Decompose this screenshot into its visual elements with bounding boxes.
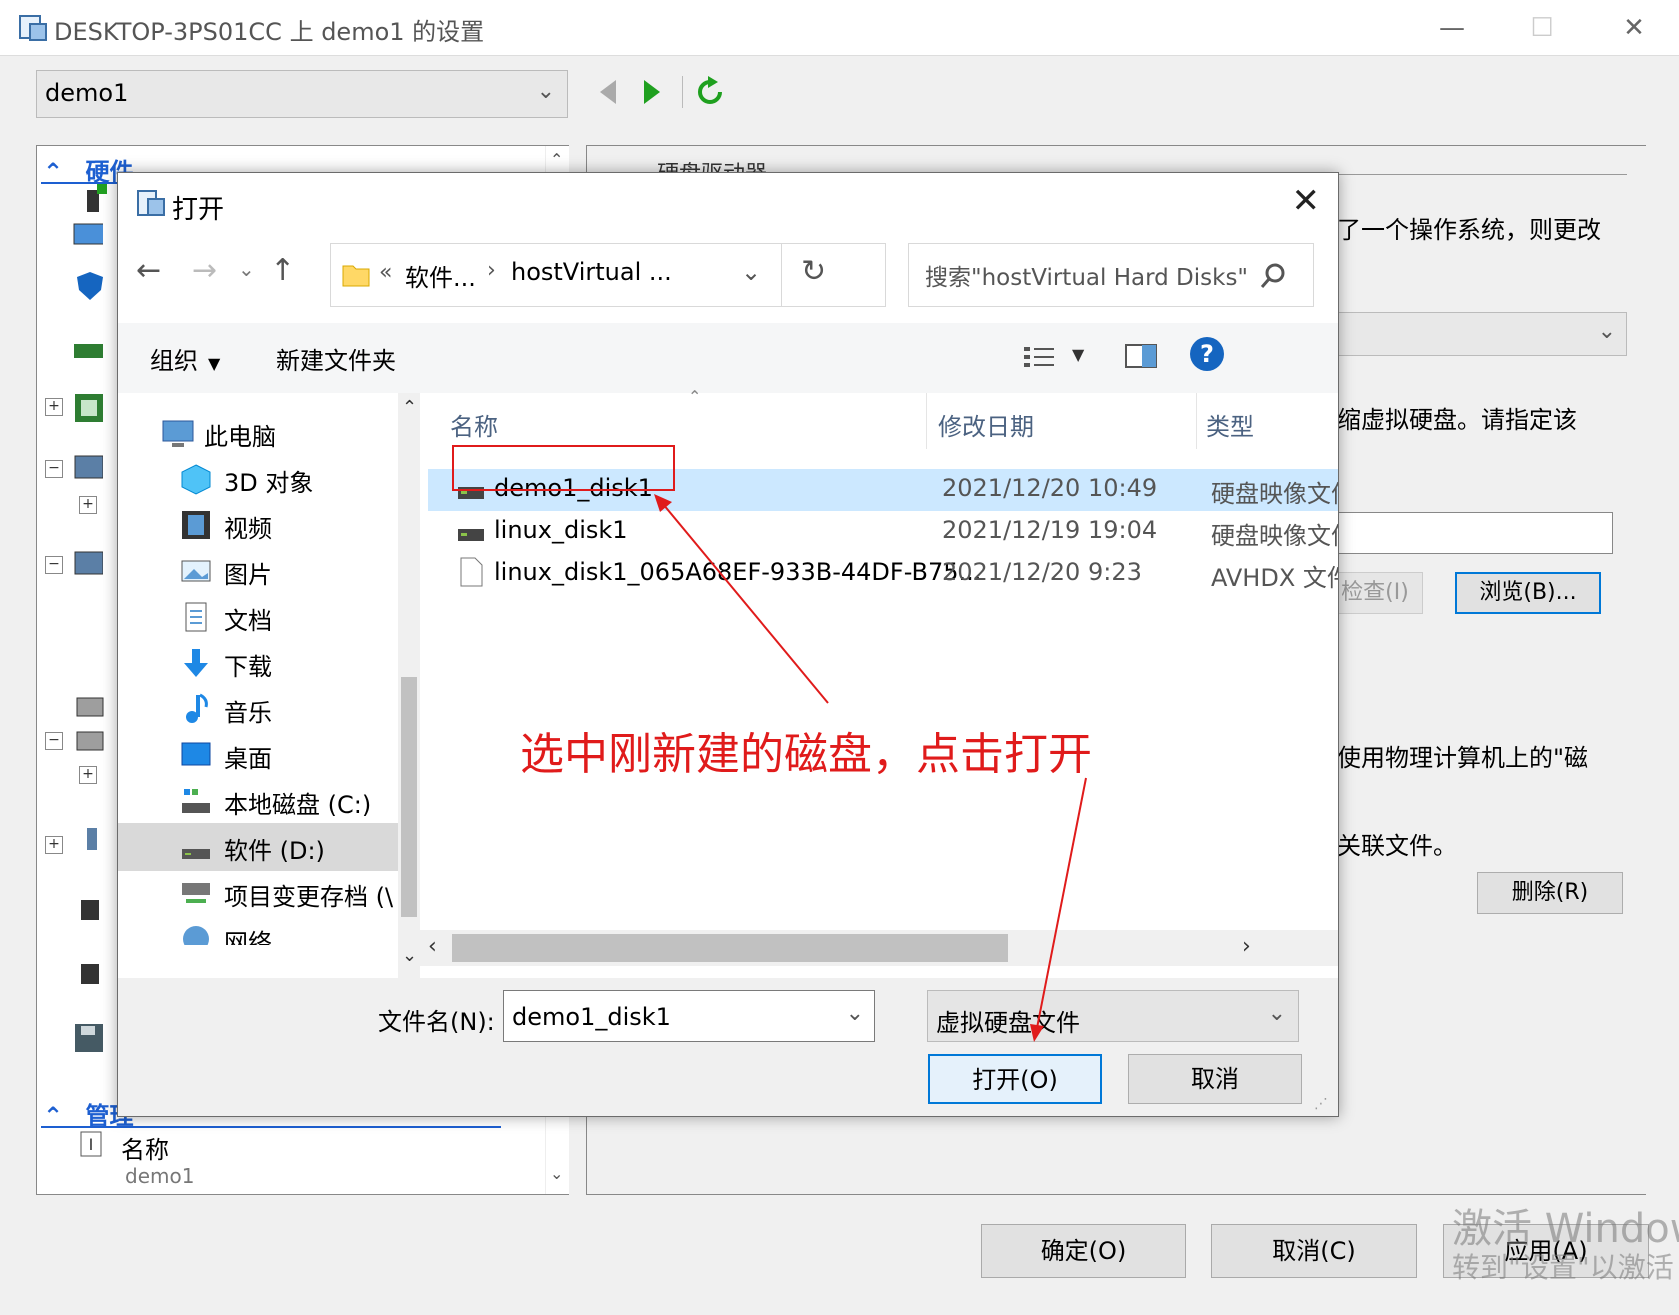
- annotation-arrows: [654, 494, 1087, 1042]
- arrowhead-icon: [1030, 1024, 1044, 1042]
- arrowhead-icon: [654, 494, 672, 512]
- annotation-arrow-to-open: [1036, 777, 1087, 1029]
- annotation-arrow-to-file: [662, 503, 829, 704]
- annotation-caption: 选中刚新建的磁盘，点击打开: [520, 729, 1092, 780]
